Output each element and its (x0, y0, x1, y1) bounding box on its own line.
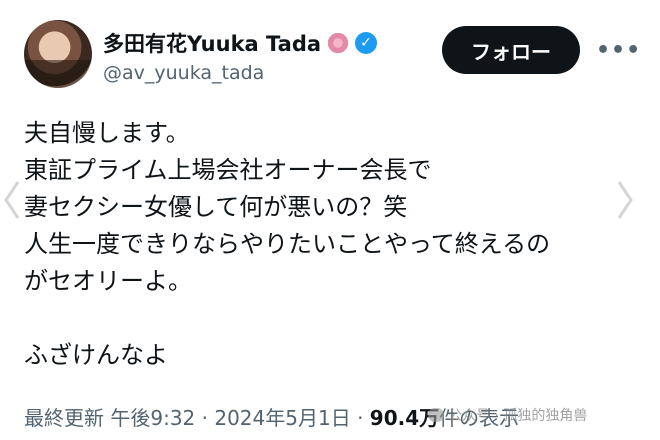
avatar[interactable] (24, 20, 92, 88)
tweet-closing-line: ふざけんなよ (24, 341, 168, 369)
more-options-icon[interactable]: ••• (596, 38, 641, 63)
follow-button[interactable]: フォロー (442, 26, 580, 74)
tweet-line: 夫自慢します。 (24, 119, 190, 147)
meta-separator: · (201, 406, 208, 430)
verified-badge-icon[interactable]: ✓ (355, 32, 378, 54)
tweet-line: 妻セクシー女優して何が悪いの？笑 (24, 193, 408, 221)
tweet-text: 夫自慢します。 東証プライム上場会社オーナー会長で 妻セクシー女優して何が悪いの… (24, 115, 604, 374)
user-handle[interactable]: @av_yuuka_tada (103, 62, 264, 84)
previous-arrow-icon[interactable] (2, 180, 22, 220)
updated-label: 最終更新 (24, 406, 104, 430)
tweet-line: 人生一度できりならやりたいことやって終えるの (24, 230, 551, 258)
name-row: 多田有花Yuuka Tada ✓ (103, 28, 378, 58)
watermark-text: 公众号 · 孤独的独角兽 (448, 408, 588, 424)
next-arrow-icon[interactable] (615, 180, 635, 220)
meta-separator: · (357, 406, 364, 430)
tweet-date[interactable]: 2024年5月1日 (214, 406, 350, 430)
cherry-blossom-icon (327, 32, 350, 54)
display-name[interactable]: 多田有花Yuuka Tada (103, 28, 321, 58)
tweet-line: 東証プライム上場会社オーナー会長で (24, 156, 432, 184)
tweet-line: がセオリーよ。 (24, 267, 192, 295)
watermark: 公众号 · 孤独的独角兽 (428, 405, 587, 425)
tweet-time[interactable]: 午後9:32 (110, 406, 195, 430)
wechat-icon (428, 408, 444, 422)
